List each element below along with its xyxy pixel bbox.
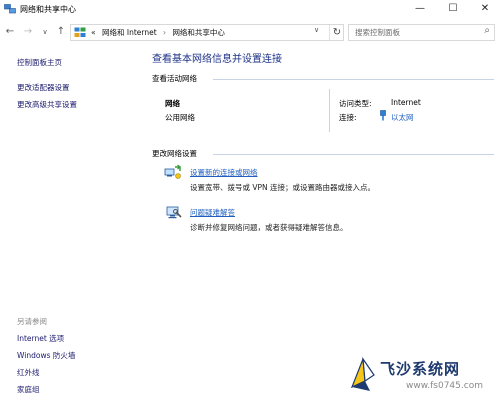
- main-content: 查看基本网络信息并设置连接 查看活动网络 网络 公用网络 访问类型: Inter…: [143, 44, 500, 402]
- network-info-divider: [329, 89, 330, 132]
- breadcrumb-separator: ›: [163, 28, 167, 37]
- chevron-down-icon[interactable]: ∨: [314, 26, 319, 34]
- network-setup-icon: [164, 164, 181, 179]
- back-button[interactable]: ←: [3, 25, 17, 39]
- breadcrumb-overflow[interactable]: «: [91, 28, 96, 37]
- see-also-heading: 另请参阅: [17, 317, 47, 326]
- left-pane: 控制面板主页 更改适配器设置 更改高级共享设置 另请参阅 Internet 选项…: [0, 44, 143, 402]
- page-title: 查看基本网络信息并设置连接: [152, 54, 282, 65]
- network-name: 网络: [165, 99, 180, 108]
- watermark-title: 飞沙系统网: [380, 360, 461, 378]
- breadcrumb-network-sharing-center[interactable]: 网络和共享中心: [172, 28, 225, 37]
- close-button[interactable]: ✕: [470, 0, 500, 18]
- minimize-button[interactable]: —: [405, 0, 435, 18]
- breadcrumb: « 网络和 Internet › 网络和共享中心: [91, 27, 225, 38]
- see-also-internet-options[interactable]: Internet 选项: [17, 333, 64, 344]
- setup-new-connection-description: 设置宽带、拨号或 VPN 连接；或设置路由器或接入点。: [190, 183, 376, 192]
- setup-new-connection-link[interactable]: 设置新的连接或网络: [190, 167, 258, 178]
- address-toolbar: ← → ∨ ↑ « 网络和 Internet › 网络和共享中心 ∨ ↻ 搜索控…: [0, 20, 500, 44]
- change-settings-heading: 更改网络设置: [152, 149, 197, 158]
- watermark: 飞沙系统网 www.fs0745.com: [348, 355, 498, 399]
- watermark-url: www.fs0745.com: [406, 381, 483, 391]
- watermark-logo: [350, 357, 375, 391]
- network-center-icon: [4, 4, 16, 14]
- refresh-icon[interactable]: ↻: [329, 25, 344, 40]
- connections-label: 连接:: [339, 113, 357, 122]
- title-bar: 网络和共享中心 — ☐ ✕: [0, 0, 500, 20]
- section-divider: [213, 79, 494, 80]
- search-input[interactable]: 搜索控制面板: [355, 27, 400, 38]
- see-also-windows-firewall[interactable]: Windows 防火墙: [17, 350, 75, 361]
- section-divider: [213, 154, 494, 155]
- search-icon[interactable]: ⌕: [484, 25, 490, 36]
- network-type-link[interactable]: 公用网络: [165, 112, 195, 123]
- breadcrumb-network-internet[interactable]: 网络和 Internet: [102, 28, 157, 37]
- maximize-button[interactable]: ☐: [438, 0, 468, 18]
- troubleshoot-icon: [166, 206, 182, 219]
- troubleshoot-problems-description: 诊断并修复网络问题，或者获得疑难解答信息。: [190, 223, 348, 232]
- troubleshoot-problems-link[interactable]: 问题疑难解答: [190, 207, 235, 218]
- window-title: 网络和共享中心: [20, 5, 76, 14]
- access-type-label: 访问类型:: [339, 99, 372, 108]
- sidebar-item-change-advanced-sharing[interactable]: 更改高级共享设置: [17, 99, 77, 110]
- forward-button[interactable]: →: [21, 25, 35, 39]
- see-also-homegroup[interactable]: 家庭组: [17, 384, 40, 395]
- recent-locations-button[interactable]: ∨: [38, 25, 52, 39]
- sidebar-item-change-adapter-settings[interactable]: 更改适配器设置: [17, 82, 70, 93]
- see-also-infrared[interactable]: 红外线: [17, 367, 40, 378]
- access-type-value: Internet: [391, 98, 421, 107]
- address-bar[interactable]: « 网络和 Internet › 网络和共享中心 ∨ ↻: [70, 24, 344, 41]
- ethernet-connection-link[interactable]: 以太网: [391, 112, 414, 123]
- sidebar-item-control-panel-home[interactable]: 控制面板主页: [17, 57, 62, 68]
- ethernet-icon: [380, 110, 386, 121]
- up-button[interactable]: ↑: [54, 25, 68, 39]
- control-panel-icon: [74, 27, 86, 37]
- search-box[interactable]: 搜索控制面板 ⌕: [348, 24, 495, 41]
- active-networks-heading: 查看活动网络: [152, 74, 197, 83]
